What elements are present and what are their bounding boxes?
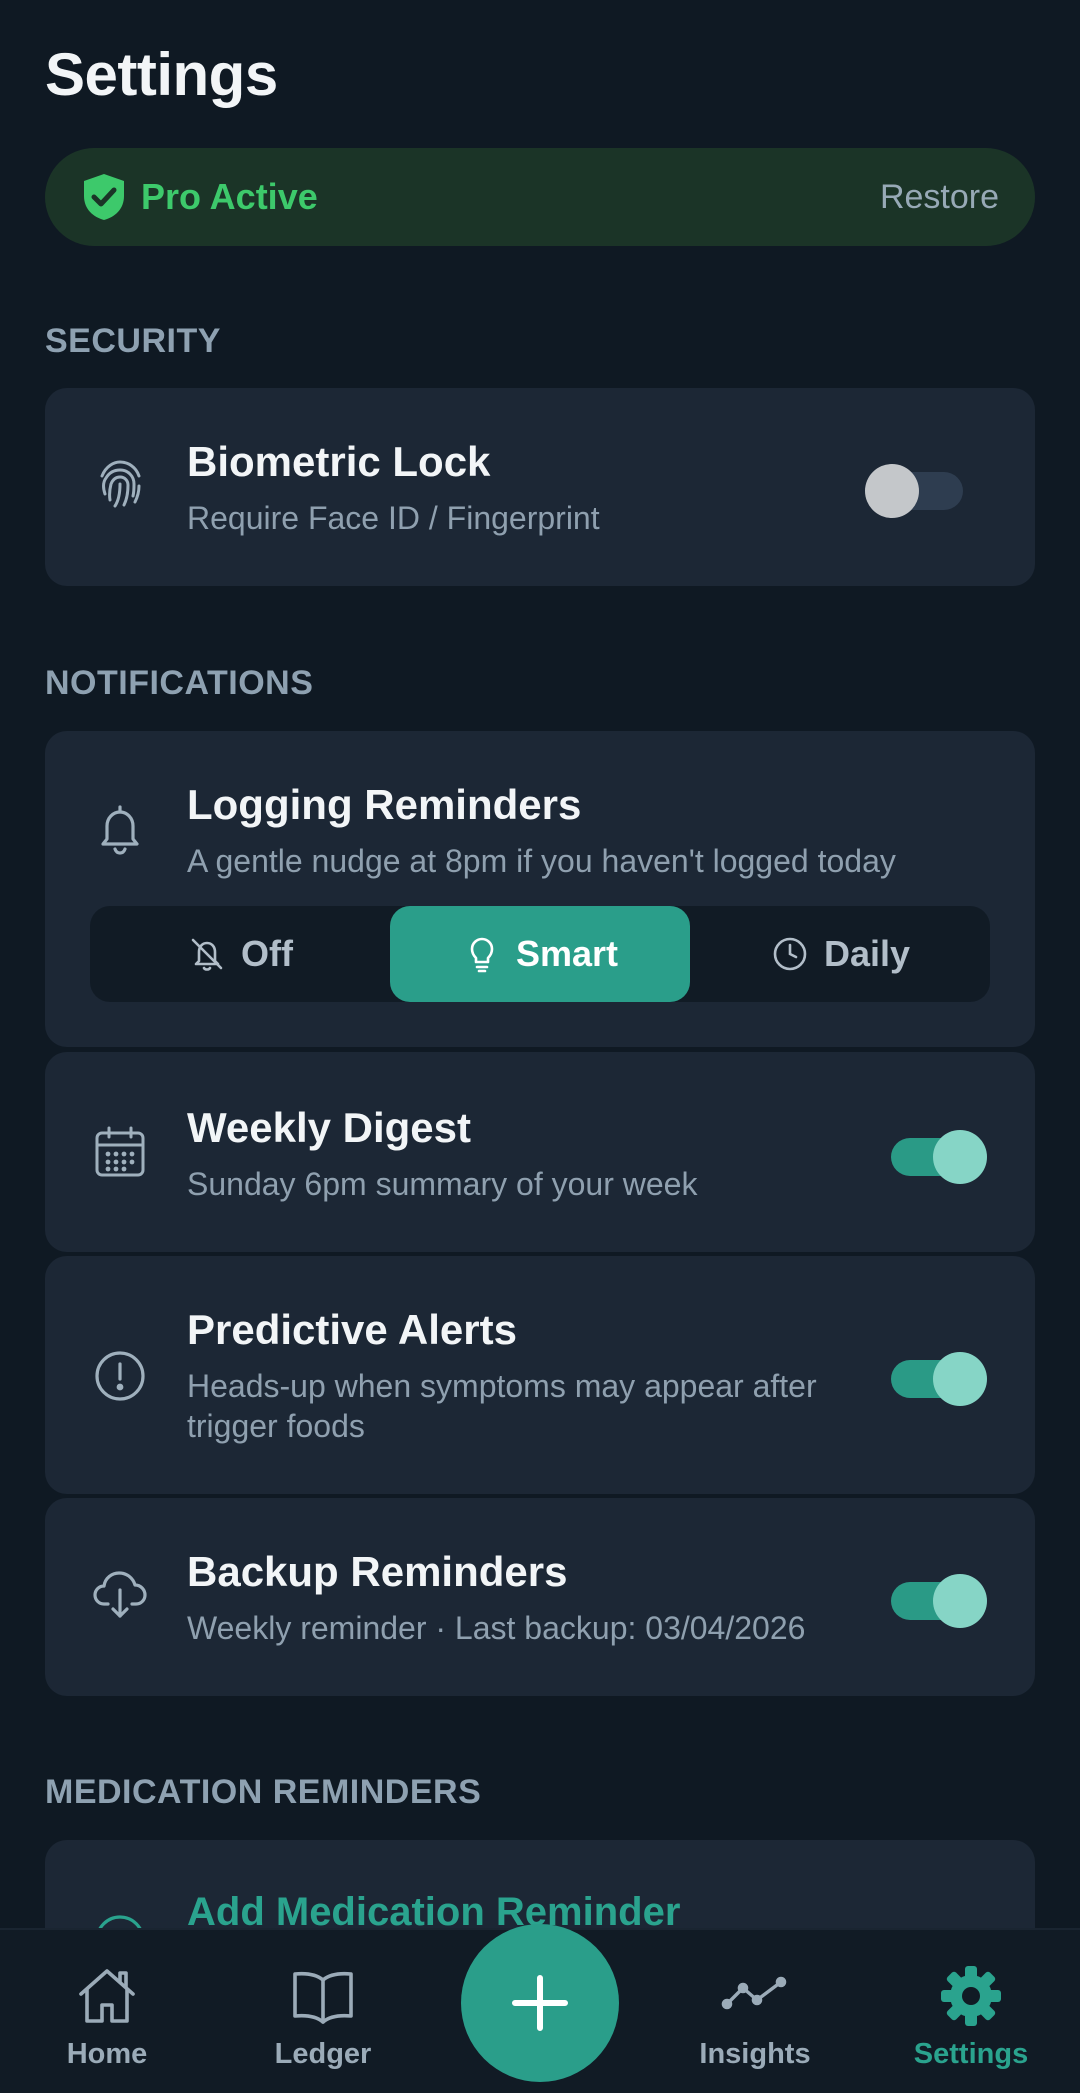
predictive-alerts-toggle[interactable] <box>887 1346 987 1406</box>
nav-insights-label: Insights <box>699 2038 811 2070</box>
section-title-medication: MEDICATION REMINDERS <box>45 1773 482 1811</box>
section-title-security: SECURITY <box>45 322 221 360</box>
backup-reminders-row[interactable]: Backup Reminders Weekly reminder · Last … <box>45 1498 1035 1696</box>
predictive-alerts-row[interactable]: Predictive Alerts Heads-up when symptoms… <box>45 1256 1035 1494</box>
toggle-knob <box>933 1574 987 1628</box>
biometric-subtitle: Require Face ID / Fingerprint <box>187 500 600 536</box>
gear-icon <box>941 1966 1001 2026</box>
segment-off-label: Off <box>241 933 293 974</box>
nav-home[interactable]: Home <box>7 1960 207 2071</box>
biometric-toggle[interactable] <box>865 458 967 518</box>
clock-icon <box>773 937 807 971</box>
weekly-digest-toggle[interactable] <box>887 1124 987 1184</box>
logging-subtitle: A gentle nudge at 8pm if you haven't log… <box>187 843 896 879</box>
add-medication-row[interactable]: Add Medication Reminder <box>45 1840 1035 1928</box>
weekly-digest-subtitle: Sunday 6pm summary of your week <box>187 1166 698 1202</box>
book-open-icon <box>293 1971 353 2024</box>
backup-reminders-subtitle: Weekly reminder · Last backup: 03/04/202… <box>187 1610 806 1646</box>
home-icon <box>79 1969 135 2023</box>
nav-settings[interactable]: Settings <box>871 1960 1071 2071</box>
nav-ledger-label: Ledger <box>274 2038 372 2070</box>
alert-circle-icon <box>90 1346 150 1406</box>
segment-smart-label: Smart <box>515 933 619 974</box>
predictive-alerts-title: Predictive Alerts <box>187 1306 517 1353</box>
predictive-alerts-subtitle: Heads-up when symptoms may appear after … <box>187 1368 817 1444</box>
restore-button[interactable]: Restore <box>880 178 999 217</box>
logging-title: Logging Reminders <box>187 781 582 828</box>
backup-reminders-title: Backup Reminders <box>187 1548 568 1595</box>
pro-status-label: Pro Active <box>141 176 318 217</box>
nav-ledger[interactable]: Ledger <box>223 1960 423 2071</box>
weekly-digest-row[interactable]: Weekly Digest Sunday 6pm summary of your… <box>45 1052 1035 1252</box>
nav-settings-label: Settings <box>913 2038 1029 2070</box>
pro-status-banner: Pro Active Restore <box>45 148 1035 246</box>
bell-off-icon <box>191 938 223 971</box>
segment-daily[interactable]: Daily <box>690 906 990 1002</box>
settings-scroll-area[interactable]: Settings Pro Active Restore SECURITY Bio… <box>0 0 1080 1928</box>
section-title-notifications: NOTIFICATIONS <box>45 664 314 702</box>
backup-reminders-toggle[interactable] <box>887 1568 987 1628</box>
cloud-download-icon <box>90 1564 150 1624</box>
lightbulb-icon <box>470 937 494 973</box>
add-medication-label: Add Medication Reminder <box>187 1890 681 1928</box>
toggle-knob <box>933 1130 987 1184</box>
bell-icon <box>90 799 150 859</box>
biometric-lock-row[interactable]: Biometric Lock Require Face ID / Fingerp… <box>45 388 1035 586</box>
toggle-knob <box>933 1352 987 1406</box>
toggle-knob <box>865 464 919 518</box>
nav-insights[interactable]: Insights <box>655 1960 855 2071</box>
line-chart-icon <box>721 1976 787 2010</box>
biometric-title: Biometric Lock <box>187 438 491 485</box>
weekly-digest-title: Weekly Digest <box>187 1104 472 1151</box>
logging-reminders-card: Logging Reminders A gentle nudge at 8pm … <box>45 731 1035 1047</box>
add-entry-fab[interactable] <box>461 1924 619 2082</box>
fingerprint-icon <box>90 454 150 514</box>
page-title: Settings <box>45 41 278 108</box>
nav-home-label: Home <box>66 2038 148 2070</box>
shield-check-icon <box>84 174 124 220</box>
logging-mode-selector[interactable]: Off Smart Daily <box>90 906 990 1002</box>
calendar-icon <box>90 1122 150 1182</box>
segment-smart[interactable]: Smart <box>390 906 690 1002</box>
plus-circle-icon <box>90 1910 150 1928</box>
plus-icon <box>512 1975 568 2031</box>
segment-daily-label: Daily <box>823 933 911 974</box>
segment-off[interactable]: Off <box>90 906 390 1002</box>
